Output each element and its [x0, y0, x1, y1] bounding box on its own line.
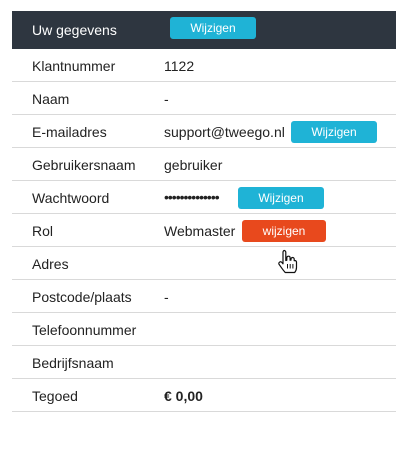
panel-header: Uw gegevens Wijzigen	[12, 11, 396, 49]
row-email: E-mailadres support@tweego.nl Wijzigen	[12, 115, 396, 148]
row-phone: Telefoonnummer	[12, 313, 396, 346]
row-label: Tegoed	[32, 388, 78, 404]
row-label: Wachtwoord	[32, 190, 110, 206]
row-label: Klantnummer	[32, 58, 116, 74]
row-label: Telefoonnummer	[32, 322, 137, 338]
row-value: 1122	[164, 58, 195, 74]
row-credit: Tegoed € 0,00	[12, 379, 396, 412]
edit-password-button[interactable]: Wijzigen	[238, 187, 324, 209]
row-address: Adres	[12, 247, 396, 280]
row-username: Gebruikersnaam gebruiker	[12, 148, 396, 181]
row-value: gebruiker	[164, 157, 223, 173]
row-label: E-mailadres	[32, 124, 107, 140]
account-details-panel: Uw gegevens Wijzigen Klantnummer 1122 Na…	[12, 11, 396, 412]
row-label: Naam	[32, 91, 70, 107]
row-password: Wachtwoord •••••••••••••• Wijzigen	[12, 181, 396, 214]
row-label: Postcode/plaats	[32, 289, 132, 305]
row-value: Webmaster	[164, 223, 236, 239]
hand-pointer-icon	[278, 249, 298, 274]
row-value: € 0,00	[164, 388, 203, 404]
edit-email-button[interactable]: Wijzigen	[291, 121, 377, 143]
row-value: support@tweego.nl	[164, 124, 285, 140]
row-label: Adres	[32, 256, 69, 272]
row-role: Rol Webmaster wijzigen	[12, 214, 396, 247]
row-name: Naam -	[12, 82, 396, 115]
edit-details-button[interactable]: Wijzigen	[170, 17, 256, 39]
row-postcode-city: Postcode/plaats -	[12, 280, 396, 313]
row-value: -	[164, 91, 169, 107]
row-value: ••••••••••••••	[164, 189, 220, 205]
row-value: -	[164, 289, 169, 305]
row-label: Bedrijfsnaam	[32, 355, 114, 371]
row-customer-number: Klantnummer 1122	[12, 49, 396, 82]
row-label: Gebruikersnaam	[32, 157, 136, 173]
edit-role-button[interactable]: wijzigen	[242, 220, 326, 242]
row-label: Rol	[32, 223, 54, 239]
row-company: Bedrijfsnaam	[12, 346, 396, 379]
panel-title: Uw gegevens	[32, 22, 117, 38]
